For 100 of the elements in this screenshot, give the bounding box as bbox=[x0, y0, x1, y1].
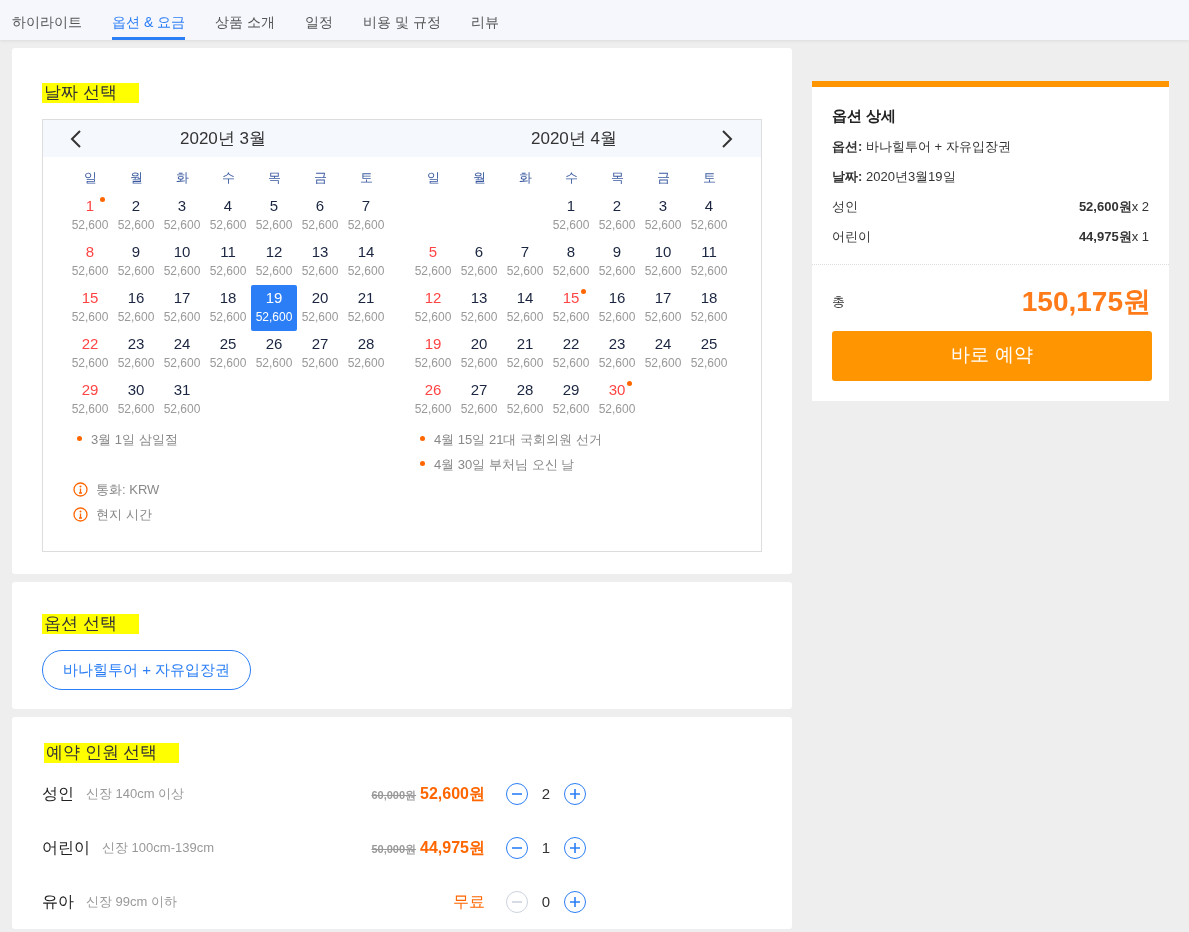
calendar-day[interactable]: 17 52,600 bbox=[159, 285, 205, 331]
calendar-day[interactable]: 30 52,600 bbox=[113, 377, 159, 423]
day-number: 8 bbox=[85, 242, 95, 262]
day-price: 52,600 bbox=[459, 263, 499, 279]
calendar-day[interactable]: 21 52,600 bbox=[343, 285, 389, 331]
calendar-day[interactable]: 28 52,600 bbox=[343, 331, 389, 377]
calendar-day[interactable]: 27 52,600 bbox=[456, 377, 502, 423]
calendar-day[interactable]: 16 52,600 bbox=[594, 285, 640, 331]
calendar-day[interactable]: 21 52,600 bbox=[502, 331, 548, 377]
calendar-day[interactable]: 5 52,600 bbox=[251, 193, 297, 239]
calendar-day[interactable]: 10 52,600 bbox=[159, 239, 205, 285]
day-price: 52,600 bbox=[208, 263, 248, 279]
calendar-day[interactable]: 9 52,600 bbox=[594, 239, 640, 285]
calendar-day[interactable]: 20 52,600 bbox=[456, 331, 502, 377]
calendar-day[interactable]: 13 52,600 bbox=[456, 285, 502, 331]
calendar-day[interactable]: 2 52,600 bbox=[594, 193, 640, 239]
day-number: 12 bbox=[424, 288, 442, 308]
day-number: 3 bbox=[177, 196, 187, 216]
day-number: 7 bbox=[520, 242, 530, 262]
day-price: 52,600 bbox=[689, 309, 729, 325]
calendar-day[interactable]: 14 52,600 bbox=[343, 239, 389, 285]
day-price: 52,600 bbox=[643, 355, 683, 371]
tab[interactable]: 리뷰 bbox=[470, 0, 499, 40]
day-number: 11 bbox=[220, 242, 236, 262]
holiday-note: 4월 15일 21대 국회의원 선거 bbox=[434, 431, 602, 449]
calendar-day[interactable]: 4 52,600 bbox=[205, 193, 251, 239]
section-title: 옵션 선택 bbox=[42, 614, 139, 634]
day-number: 31 bbox=[173, 380, 191, 400]
calendar-day[interactable]: 1 52,600 bbox=[548, 193, 594, 239]
calendar-day[interactable]: 17 52,600 bbox=[640, 285, 686, 331]
calendar-day[interactable]: 18 52,600 bbox=[205, 285, 251, 331]
day-number: 15 bbox=[81, 288, 99, 308]
option-chip[interactable]: 바나힐투어 + 자유입장권 bbox=[42, 650, 252, 690]
day-number: 1 bbox=[85, 196, 95, 216]
day-number: 1 bbox=[566, 196, 576, 216]
calendar-day[interactable]: 2 52,600 bbox=[113, 193, 159, 239]
tab[interactable]: 일정 bbox=[305, 0, 333, 40]
day-number: 22 bbox=[562, 334, 580, 354]
calendar-day[interactable]: 9 52,600 bbox=[113, 239, 159, 285]
calendar-day[interactable]: 23 52,600 bbox=[594, 331, 640, 377]
calendar-day[interactable]: 4 52,600 bbox=[686, 193, 732, 239]
day-number: 20 bbox=[470, 334, 488, 354]
calendar-day[interactable]: 27 52,600 bbox=[297, 331, 343, 377]
day-number: 13 bbox=[470, 288, 488, 308]
calendar-day[interactable]: 8 52,600 bbox=[548, 239, 594, 285]
holiday-note: 4월 30일 부처님 오신 날 bbox=[434, 456, 575, 474]
calendar-day[interactable]: 3 52,600 bbox=[159, 193, 205, 239]
calendar-day[interactable]: 24 52,600 bbox=[640, 331, 686, 377]
section-title: 날짜 선택 bbox=[42, 83, 139, 103]
calendar-day[interactable]: 18 52,600 bbox=[686, 285, 732, 331]
weekday-label: 금 bbox=[312, 169, 328, 187]
day-price: 52,600 bbox=[70, 217, 110, 233]
calendar-day[interactable]: 6 52,600 bbox=[297, 193, 343, 239]
calendar-day[interactable]: 23 52,600 bbox=[113, 331, 159, 377]
day-number: 23 bbox=[608, 334, 626, 354]
tab[interactable]: 하이라이트 bbox=[12, 0, 82, 40]
calendar-day[interactable]: 1 52,600 bbox=[67, 193, 113, 239]
calendar-day[interactable]: 12 52,600 bbox=[251, 239, 297, 285]
calendar-day[interactable]: 7 52,600 bbox=[502, 239, 548, 285]
calendar-day[interactable]: 16 52,600 bbox=[113, 285, 159, 331]
calendar-day[interactable]: 3 52,600 bbox=[640, 193, 686, 239]
day-price: 52,600 bbox=[346, 309, 386, 325]
weekday-label: 토 bbox=[358, 169, 374, 187]
day-number: 29 bbox=[81, 380, 99, 400]
calendar-day[interactable]: 11 52,600 bbox=[686, 239, 732, 285]
weekday-label: 화 bbox=[517, 169, 533, 187]
item-price: 44,975원x 1 bbox=[1078, 227, 1149, 246]
calendar-day[interactable]: 28 52,600 bbox=[502, 377, 548, 423]
calendar-day[interactable]: 6 52,600 bbox=[456, 239, 502, 285]
calendar-day[interactable]: 14 52,600 bbox=[502, 285, 548, 331]
tab[interactable]: 상품 소개 bbox=[215, 0, 275, 40]
calendar-day[interactable]: 19 52,600 bbox=[251, 285, 297, 331]
day-number: 12 bbox=[265, 242, 283, 262]
day-price: 52,600 bbox=[551, 309, 591, 325]
calendar-day[interactable]: 20 52,600 bbox=[297, 285, 343, 331]
calendar-day[interactable]: 25 52,600 bbox=[205, 331, 251, 377]
calendar-day[interactable]: 7 52,600 bbox=[343, 193, 389, 239]
calendar-day[interactable]: 26 52,600 bbox=[251, 331, 297, 377]
calendar-day[interactable]: 31 52,600 bbox=[159, 377, 205, 423]
day-number: 8 bbox=[566, 242, 576, 262]
weekday-label: 수 bbox=[220, 169, 236, 187]
day-number: 10 bbox=[654, 242, 672, 262]
weekday-label: 월 bbox=[471, 169, 487, 187]
calendar-day[interactable]: 22 52,600 bbox=[548, 331, 594, 377]
calendar-day[interactable]: 25 52,600 bbox=[686, 331, 732, 377]
tab[interactable]: 비용 및 규정 bbox=[363, 0, 441, 40]
calendar-day[interactable]: 24 52,600 bbox=[159, 331, 205, 377]
day-price: 52,600 bbox=[116, 263, 156, 279]
day-price: 52,600 bbox=[116, 401, 156, 417]
calendar-day[interactable]: 29 52,600 bbox=[548, 377, 594, 423]
calendar-day[interactable]: 10 52,600 bbox=[640, 239, 686, 285]
calendar-day[interactable]: 19 52,600 bbox=[410, 331, 456, 377]
day-price: 52,600 bbox=[505, 355, 545, 371]
weekday-label: 일 bbox=[82, 169, 98, 187]
day-price: 52,600 bbox=[162, 401, 202, 417]
calendar-day[interactable]: 13 52,600 bbox=[297, 239, 343, 285]
day-number: 5 bbox=[269, 196, 279, 216]
calendar-day[interactable]: 11 52,600 bbox=[205, 239, 251, 285]
section-title: 예약 인원 선택 bbox=[44, 743, 180, 763]
tab[interactable]: 옵션 & 요금 bbox=[112, 0, 186, 40]
